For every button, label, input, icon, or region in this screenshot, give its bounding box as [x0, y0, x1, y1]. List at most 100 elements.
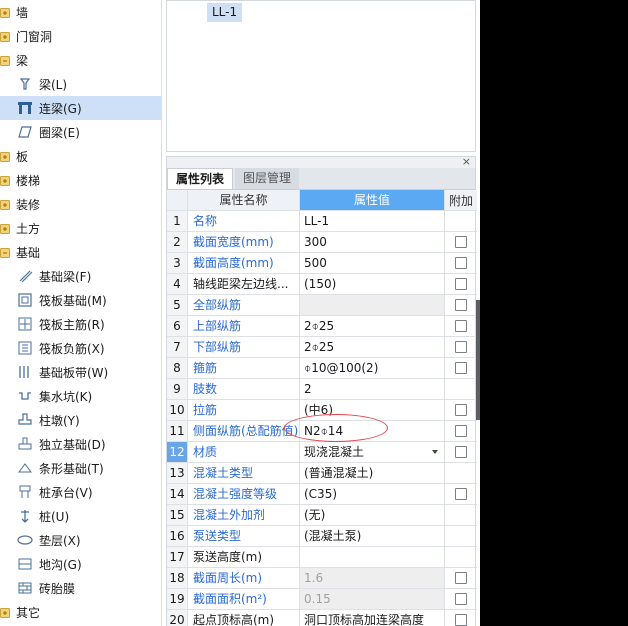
property-value-select[interactable]: 现浇混凝土 [300, 442, 445, 462]
expand-icon[interactable] [0, 31, 10, 42]
property-value[interactable]: (150) [300, 274, 445, 294]
tree-item[interactable]: 板 [0, 144, 161, 168]
tree-item[interactable]: 筏板主筋(R) [0, 312, 161, 336]
add-cell[interactable] [445, 337, 477, 357]
property-value[interactable]: 500 [300, 253, 445, 273]
property-value[interactable]: 2⌽25 [300, 316, 445, 336]
property-row[interactable]: 9 肢数 2 [167, 379, 477, 400]
attach-checkbox[interactable] [455, 488, 467, 500]
property-row[interactable]: 14 混凝土强度等级 (C35) [167, 484, 477, 505]
tree-item[interactable]: 基础板带(W) [0, 360, 161, 384]
tree-item[interactable]: 柱墩(Y) [0, 408, 161, 432]
component-tag[interactable]: LL-1 [207, 3, 243, 22]
property-row[interactable]: 6 上部纵筋 2⌽25 [167, 316, 477, 337]
property-row[interactable]: 3 截面高度(mm) 500 [167, 253, 477, 274]
property-value[interactable]: 2 [300, 379, 445, 399]
expand-icon[interactable] [0, 607, 10, 618]
attach-checkbox[interactable] [455, 614, 467, 626]
property-row[interactable]: 12 材质 现浇混凝土 [167, 442, 477, 463]
tree-item[interactable]: 地沟(G) [0, 552, 161, 576]
property-row[interactable]: 15 混凝土外加剂 (无) [167, 505, 477, 526]
property-value[interactable]: (混凝土泵) [300, 526, 445, 546]
attach-checkbox[interactable] [455, 404, 467, 416]
add-cell[interactable] [445, 316, 477, 336]
attach-checkbox[interactable] [455, 341, 467, 353]
property-value[interactable]: LL-1 [300, 211, 445, 231]
attach-checkbox[interactable] [455, 593, 467, 605]
tree-item[interactable]: 基础梁(F) [0, 264, 161, 288]
tree-item[interactable]: 墙 [0, 0, 161, 24]
tree-item[interactable]: 独立基础(D) [0, 432, 161, 456]
attach-checkbox[interactable] [455, 425, 467, 437]
property-row[interactable]: 4 轴线距梁左边线... (150) [167, 274, 477, 295]
tree-item[interactable]: 垫层(X) [0, 528, 161, 552]
add-cell[interactable] [445, 253, 477, 273]
property-value[interactable]: 洞口顶标高加连梁高度 [300, 610, 445, 626]
property-row[interactable]: 17 泵送高度(m) [167, 547, 477, 568]
property-value[interactable] [300, 295, 445, 315]
expand-icon[interactable] [0, 223, 10, 234]
property-row[interactable]: 13 混凝土类型 (普通混凝土) [167, 463, 477, 484]
expand-icon[interactable] [0, 151, 10, 162]
attach-checkbox[interactable] [455, 236, 467, 248]
add-cell[interactable] [445, 400, 477, 420]
add-cell[interactable] [445, 232, 477, 252]
attach-checkbox[interactable] [455, 320, 467, 332]
dropdown-arrow-icon[interactable] [432, 450, 438, 454]
property-row[interactable]: 16 泵送类型 (混凝土泵) [167, 526, 477, 547]
tree-item[interactable]: 连梁(G) [0, 96, 161, 120]
tree-item[interactable]: 砖胎膜 [0, 576, 161, 600]
tree-item[interactable]: 其它 [0, 600, 161, 624]
attach-checkbox[interactable] [455, 572, 467, 584]
add-cell[interactable] [445, 358, 477, 378]
tree-item[interactable]: 楼梯 [0, 168, 161, 192]
expand-icon[interactable] [0, 7, 10, 18]
tree-item[interactable]: 筏板基础(M) [0, 288, 161, 312]
property-value[interactable]: 300 [300, 232, 445, 252]
tree-item[interactable]: 条形基础(T) [0, 456, 161, 480]
property-value[interactable]: N2⌽14 [300, 421, 445, 441]
add-cell[interactable] [445, 589, 477, 609]
property-row[interactable]: 5 全部纵筋 [167, 295, 477, 316]
collapse-icon[interactable] [0, 247, 10, 258]
property-row[interactable]: 7 下部纵筋 2⌽25 [167, 337, 477, 358]
drawing-preview[interactable]: LL-1 [166, 0, 476, 152]
property-value[interactable]: (中6) [300, 400, 445, 420]
add-cell[interactable] [445, 484, 477, 504]
tree-item[interactable]: 梁(L) [0, 72, 161, 96]
attach-checkbox[interactable] [455, 446, 467, 458]
property-value[interactable]: ⌽10@100(2) [300, 358, 445, 378]
property-row[interactable]: 2 截面宽度(mm) 300 [167, 232, 477, 253]
tree-item[interactable]: 筏板负筋(X) [0, 336, 161, 360]
close-icon[interactable]: × [462, 155, 471, 168]
property-value[interactable] [300, 547, 445, 567]
tree-item[interactable]: 门窗洞 [0, 24, 161, 48]
tab-layer-management[interactable]: 图层管理 [235, 168, 300, 189]
property-row[interactable]: 8 箍筋 ⌽10@100(2) [167, 358, 477, 379]
tree-item[interactable]: 装修 [0, 192, 161, 216]
add-cell[interactable] [445, 610, 477, 626]
tree-item[interactable]: 梁 [0, 48, 161, 72]
property-row[interactable]: 18 截面周长(m) 1.6 [167, 568, 477, 589]
property-row[interactable]: 1 名称 LL-1 [167, 211, 477, 232]
expand-icon[interactable] [0, 199, 10, 210]
attach-checkbox[interactable] [455, 299, 467, 311]
tab-property-list[interactable]: 属性列表 [167, 168, 234, 189]
property-value[interactable]: (C35) [300, 484, 445, 504]
tree-item[interactable]: 基础 [0, 240, 161, 264]
add-cell[interactable] [445, 295, 477, 315]
tree-item[interactable]: 集水坑(K) [0, 384, 161, 408]
attach-checkbox[interactable] [455, 362, 467, 374]
add-cell[interactable] [445, 568, 477, 588]
property-value[interactable]: 0.15 [300, 589, 445, 609]
attach-checkbox[interactable] [455, 278, 467, 290]
property-row[interactable]: 19 截面面积(m²) 0.15 [167, 589, 477, 610]
property-row[interactable]: 20 起点顶标高(m) 洞口顶标高加连梁高度 [167, 610, 477, 626]
collapse-icon[interactable] [0, 55, 10, 66]
tree-item[interactable]: 桩(U) [0, 504, 161, 528]
attach-checkbox[interactable] [455, 257, 467, 269]
tree-item[interactable]: 桩承台(V) [0, 480, 161, 504]
expand-icon[interactable] [0, 175, 10, 186]
add-cell[interactable] [445, 442, 477, 462]
tree-item[interactable]: 圈梁(E) [0, 120, 161, 144]
